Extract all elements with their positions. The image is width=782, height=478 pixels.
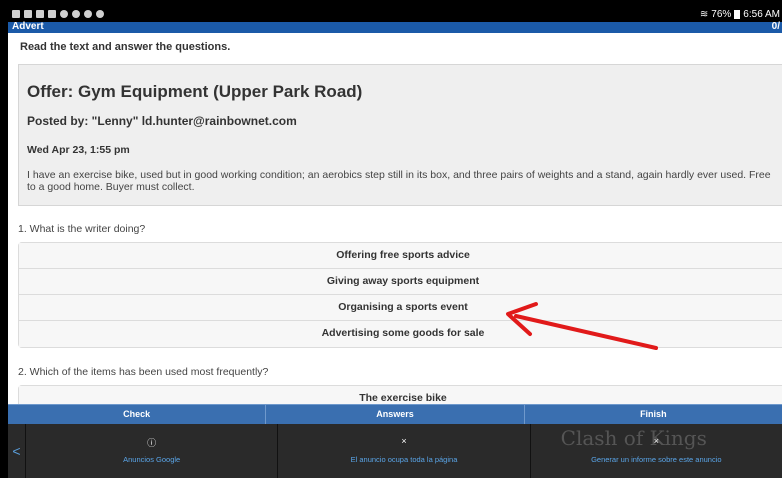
notification-icons: [12, 10, 104, 18]
android-icon: [72, 10, 80, 18]
answer-option[interactable]: Organising a sports event: [19, 295, 782, 321]
answer-option[interactable]: Advertising some goods for sale: [19, 321, 782, 347]
progress-counter: 0/: [771, 21, 780, 32]
photo-icon: [12, 10, 20, 18]
android-icon: [60, 10, 68, 18]
status-bar: ≋ 76% 6:56 AM: [8, 8, 782, 22]
red-arrow-annotation: [506, 302, 658, 350]
instruction-text: Read the text and answer the questions.: [20, 41, 231, 53]
battery-icon: [734, 10, 741, 19]
fullpage-ad-label: El anuncio ocupa toda la página: [350, 455, 458, 464]
android-icon: [96, 10, 104, 18]
question-2-label: 2. Which of the items has been used most…: [18, 366, 269, 378]
report-ad-label: Generar un informe sobre este anuncio: [591, 455, 722, 464]
ad-bar: < ⓘ Anuncios Google × El anuncio ocupa t…: [8, 424, 782, 478]
close-icon: ×: [401, 436, 407, 446]
chevron-left-icon[interactable]: <: [8, 424, 26, 478]
info-icon: ⓘ: [147, 438, 157, 448]
answer-option[interactable]: Giving away sports equipment: [19, 269, 782, 295]
answer-option[interactable]: Offering free sports advice: [19, 243, 782, 269]
status-right: ≋ 76% 6:56 AM: [700, 9, 780, 20]
clock: 6:56 AM: [743, 9, 780, 20]
app-title: Advert: [12, 21, 44, 32]
advert-poster: Posted by: "Lenny" ld.hunter@rainbownet.…: [27, 114, 297, 128]
wifi-icon: ≋: [699, 9, 709, 20]
battery-percent: 76%: [711, 9, 732, 20]
android-icon: [84, 10, 92, 18]
google-ads-button[interactable]: ⓘ Anuncios Google: [26, 424, 279, 478]
question-1-options: Offering free sports advice Giving away …: [18, 242, 782, 348]
finish-button[interactable]: Finish: [525, 405, 782, 424]
report-ad-button[interactable]: Clash of Kings × Generar un informe sobr…: [531, 424, 782, 478]
advert-date: Wed Apr 23, 1:55 pm: [27, 144, 130, 156]
close-icon: ×: [653, 436, 659, 446]
mail-icon: [48, 10, 56, 18]
device-frame: ≋ 76% 6:56 AM Advert 0/ Read the text an…: [0, 0, 782, 478]
advert-body: I have an exercise bike, used but in goo…: [27, 169, 771, 193]
advert-card: Offer: Gym Equipment (Upper Park Road) P…: [18, 64, 782, 206]
screen: ≋ 76% 6:56 AM Advert 0/ Read the text an…: [8, 8, 782, 478]
gallery-icon: [36, 10, 44, 18]
answers-button[interactable]: Answers: [266, 405, 525, 424]
image-icon: [24, 10, 32, 18]
title-bar: Advert 0/: [8, 21, 782, 33]
action-bar: Check Answers Finish: [8, 404, 782, 424]
advert-title: Offer: Gym Equipment (Upper Park Road): [27, 82, 363, 101]
fullpage-ad-button[interactable]: × El anuncio ocupa toda la página: [278, 424, 531, 478]
question-1-label: 1. What is the writer doing?: [18, 223, 146, 235]
check-button[interactable]: Check: [8, 405, 267, 424]
google-ads-label: Anuncios Google: [123, 455, 181, 464]
